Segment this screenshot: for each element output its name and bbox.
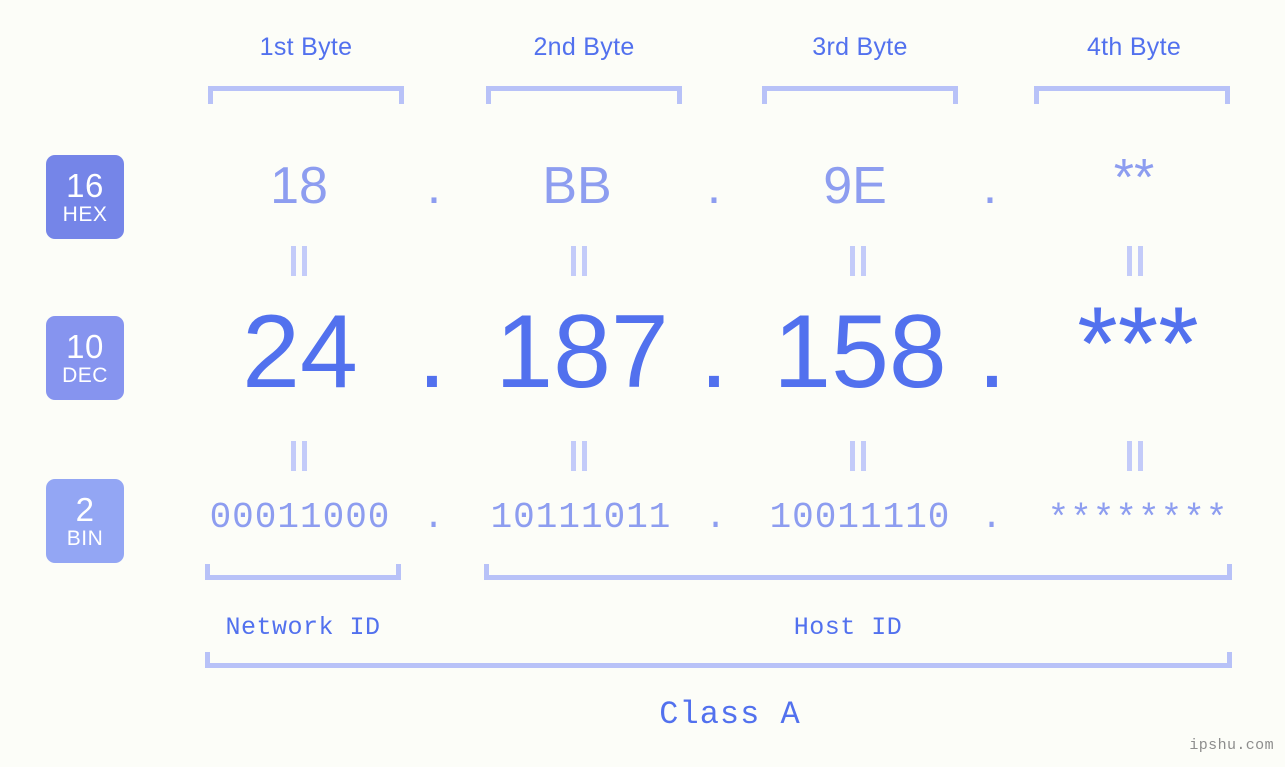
dec-separator-2: . bbox=[699, 294, 729, 410]
watermark: ipshu.com bbox=[1189, 737, 1274, 754]
equals-mark-hex-dec-3 bbox=[849, 246, 867, 276]
equals-mark-hex-dec-2 bbox=[570, 246, 588, 276]
network-id-bracket bbox=[205, 564, 401, 580]
radix-badge-hex-label: HEX bbox=[62, 203, 108, 226]
radix-badge-hex: 16 HEX bbox=[46, 155, 124, 239]
byte-header-4: 4th Byte bbox=[1086, 33, 1182, 61]
binary-separator-3: . bbox=[980, 497, 1004, 538]
byte-header-2: 2nd Byte bbox=[533, 33, 635, 61]
radix-badge-bin-number: 2 bbox=[75, 491, 95, 528]
ip-address-diagram: 1st Byte 2nd Byte 3rd Byte 4th Byte 16 H… bbox=[0, 0, 1285, 767]
byte-bracket-2 bbox=[486, 86, 682, 104]
dec-separator-3: . bbox=[977, 294, 1007, 410]
byte-bracket-4 bbox=[1034, 86, 1230, 104]
host-id-label: Host ID bbox=[793, 613, 903, 642]
radix-badge-dec-label: DEC bbox=[62, 364, 108, 387]
radix-badge-bin-label: BIN bbox=[66, 527, 104, 550]
radix-badge-dec: 10 DEC bbox=[46, 316, 124, 400]
binary-separator-1: . bbox=[422, 497, 446, 538]
dec-byte-4: *** bbox=[1077, 286, 1199, 402]
dec-byte-1: 24 bbox=[242, 294, 358, 410]
class-label: Class A bbox=[659, 696, 801, 733]
byte-header-1: 1st Byte bbox=[259, 33, 353, 61]
dec-separator-1: . bbox=[417, 294, 447, 410]
equals-mark-dec-bin-3 bbox=[849, 441, 867, 471]
binary-separator-2: . bbox=[704, 497, 728, 538]
hex-byte-3: 9E bbox=[823, 157, 887, 215]
host-id-bracket bbox=[484, 564, 1232, 580]
binary-byte-4: ******** bbox=[1047, 499, 1229, 540]
radix-badge-hex-number: 16 bbox=[66, 167, 104, 204]
hex-separator-2: . bbox=[706, 157, 722, 215]
binary-byte-1: 00011000 bbox=[209, 497, 391, 538]
hex-byte-4: ** bbox=[1113, 149, 1155, 207]
class-bracket bbox=[205, 652, 1232, 668]
byte-bracket-3 bbox=[762, 86, 958, 104]
dec-byte-2: 187 bbox=[495, 294, 669, 410]
hex-byte-2: BB bbox=[542, 157, 612, 215]
equals-mark-dec-bin-2 bbox=[570, 441, 588, 471]
byte-bracket-1 bbox=[208, 86, 404, 104]
hex-byte-1: 18 bbox=[270, 157, 328, 215]
byte-header-3: 3rd Byte bbox=[812, 33, 908, 61]
hex-separator-3: . bbox=[982, 157, 998, 215]
equals-mark-hex-dec-1 bbox=[290, 246, 308, 276]
radix-badge-dec-number: 10 bbox=[66, 328, 104, 365]
binary-byte-3: 10011110 bbox=[769, 497, 951, 538]
hex-separator-1: . bbox=[426, 157, 442, 215]
network-id-label: Network ID bbox=[225, 613, 381, 642]
equals-mark-hex-dec-4 bbox=[1126, 246, 1144, 276]
dec-byte-3: 158 bbox=[773, 294, 947, 410]
radix-badge-bin: 2 BIN bbox=[46, 479, 124, 563]
equals-mark-dec-bin-1 bbox=[290, 441, 308, 471]
equals-mark-dec-bin-4 bbox=[1126, 441, 1144, 471]
binary-byte-2: 10111011 bbox=[490, 497, 672, 538]
